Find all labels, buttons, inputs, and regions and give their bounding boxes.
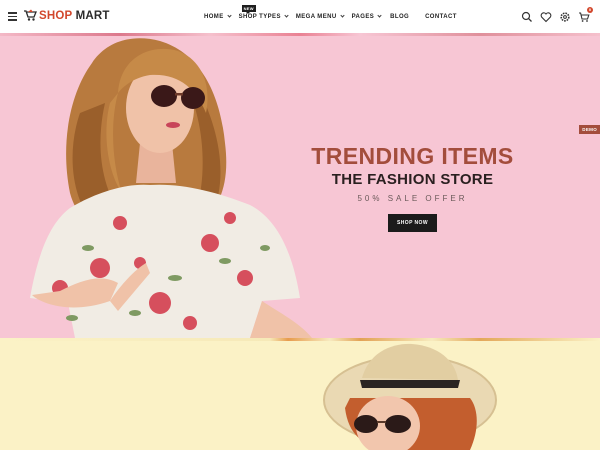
nav-shop-types[interactable]: NEW SHOP TYPES xyxy=(238,4,289,20)
logo-text: Shop Mart xyxy=(39,10,110,22)
header-icons: 0 xyxy=(521,7,593,23)
nav-blog[interactable]: BLOG xyxy=(390,14,409,20)
hamburger-icon[interactable] xyxy=(8,12,17,21)
chevron-down-icon xyxy=(284,13,289,18)
hero-model-image xyxy=(30,38,312,338)
hero-banner: TRENDING ITEMS THE FASHION STORE 50% SAL… xyxy=(0,33,600,338)
nav-mega-menu[interactable]: MEGA MENU xyxy=(295,13,345,20)
chevron-down-icon xyxy=(339,13,345,18)
nav-home[interactable]: HOME xyxy=(204,13,232,20)
heart-icon[interactable] xyxy=(540,10,552,23)
nav-contact-label: CONTACT xyxy=(425,13,457,20)
nav-blog-label: BLOG xyxy=(390,13,410,20)
hero-offer: 50% SALE OFFER xyxy=(357,194,468,203)
nav-mega-menu-label: MEGA MENU xyxy=(295,13,337,20)
nav-home-label: HOME xyxy=(204,13,224,20)
nav-pages[interactable]: PAGES xyxy=(351,13,382,20)
cart-count-badge: 0 xyxy=(587,7,593,13)
demo-tab[interactable]: DEMO xyxy=(579,125,600,134)
logo-mart-text: Mart xyxy=(75,9,110,22)
hero-title: TRENDING ITEMS xyxy=(311,143,514,169)
site-header: Shop Mart HOME NEW SHOP TYPES MEGA MENU … xyxy=(0,0,600,33)
main-nav: HOME NEW SHOP TYPES MEGA MENU PAGES BLOG… xyxy=(200,0,457,33)
search-icon[interactable] xyxy=(521,10,533,22)
shop-now-button[interactable]: SHOP NOW xyxy=(388,214,437,232)
second-banner xyxy=(0,338,600,450)
shopping-cart-logo-icon xyxy=(24,9,37,21)
chevron-down-icon xyxy=(226,13,232,18)
logo[interactable]: Shop Mart xyxy=(23,9,110,22)
logo-shop-text: Shop xyxy=(39,9,73,22)
nav-shop-types-label: SHOP TYPES xyxy=(238,13,281,20)
new-badge: NEW xyxy=(241,4,256,14)
cart-icon[interactable]: 0 xyxy=(578,7,593,22)
nav-pages-label: PAGES xyxy=(351,13,375,20)
banner2-model-image xyxy=(323,343,497,450)
hero-text-block: TRENDING ITEMS THE FASHION STORE 50% SAL… xyxy=(290,143,535,232)
nav-contact[interactable]: CONTACT xyxy=(425,14,457,20)
settings-icon[interactable] xyxy=(559,10,571,22)
hero-subtitle: THE FASHION STORE xyxy=(331,171,494,188)
chevron-down-icon xyxy=(377,13,382,18)
